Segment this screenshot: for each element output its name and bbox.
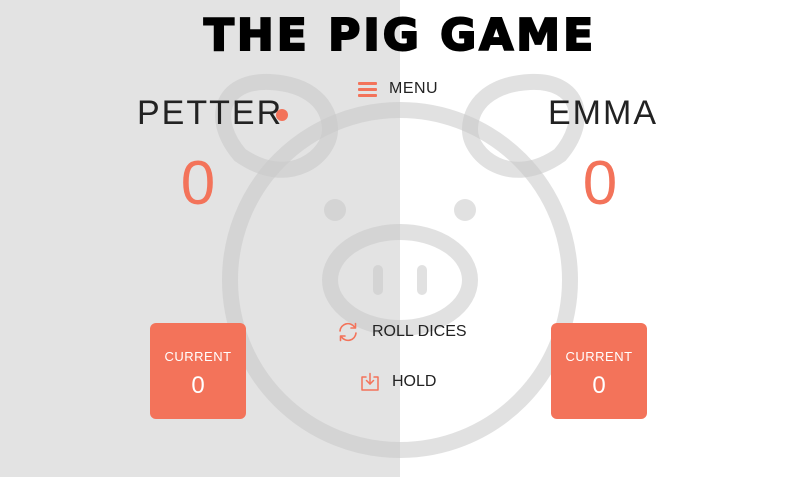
- active-player-indicator: [276, 109, 288, 121]
- player-2-name: EMMA: [548, 94, 658, 132]
- player-2-current-score: 0: [592, 372, 606, 399]
- menu-label: MENU: [389, 80, 439, 97]
- roll-dice-button[interactable]: ROLL DICES: [336, 320, 467, 344]
- player-1-current-label: CURRENT: [164, 349, 232, 364]
- refresh-icon: [339, 322, 357, 342]
- player-2-score: 0: [582, 149, 618, 218]
- player-1-name: PETTER: [137, 94, 284, 132]
- player-1-score: 0: [180, 149, 216, 218]
- player-2-current-box: CURRENT 0: [551, 323, 647, 419]
- roll-dice-label: ROLL DICES: [372, 323, 467, 340]
- hamburger-menu-icon: [358, 81, 377, 97]
- game-title: THE PIG GAME: [203, 9, 597, 62]
- player-2-current-label: CURRENT: [565, 349, 633, 364]
- hold-label: HOLD: [392, 373, 437, 390]
- player-1-current-box: CURRENT 0: [150, 323, 246, 419]
- hold-button[interactable]: HOLD: [360, 372, 436, 392]
- player-1-current-score: 0: [191, 372, 205, 399]
- menu-button[interactable]: MENU: [358, 78, 438, 100]
- download-icon: [361, 372, 379, 391]
